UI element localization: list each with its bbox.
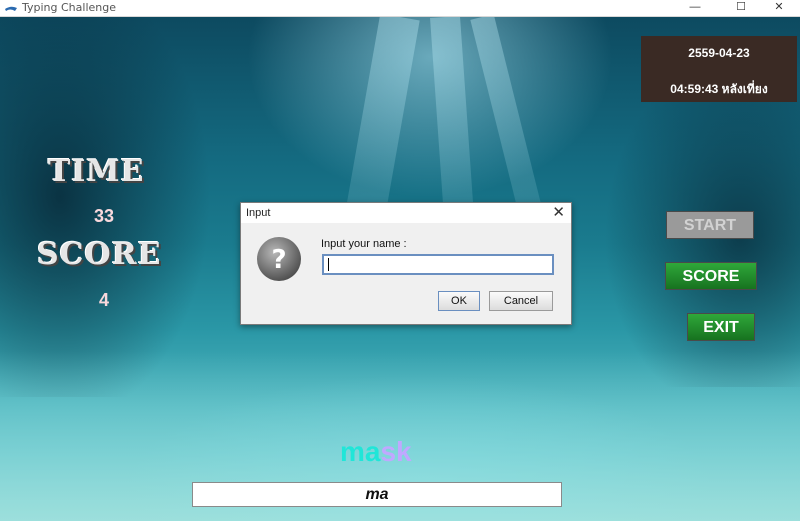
java-app-icon — [5, 6, 17, 11]
cancel-button[interactable]: Cancel — [489, 291, 553, 311]
score-value: 4 — [98, 290, 109, 310]
dialog-title: Input — [246, 207, 271, 219]
exit-button[interactable]: EXIT — [687, 313, 755, 341]
score-label: SCORE — [37, 237, 162, 272]
time-label: TIME — [48, 154, 145, 189]
target-word-remaining: sk — [380, 436, 412, 467]
target-word: mask — [340, 436, 412, 468]
time-value: 33 — [93, 206, 115, 226]
start-button[interactable]: START — [666, 211, 754, 239]
minimize-button[interactable]: — — [672, 0, 718, 16]
window-titlebar: Typing Challenge — ☐ ✕ — [0, 0, 800, 17]
question-icon: ? — [257, 237, 301, 281]
clock-date: 2559-04-23 — [688, 46, 750, 60]
close-window-button[interactable]: ✕ — [758, 0, 800, 16]
text-caret — [328, 258, 329, 271]
dialog-close-icon[interactable]: ✕ — [552, 204, 565, 221]
target-word-typed: ma — [340, 436, 381, 467]
clock-panel: 2559-04-23 04:59:43 หลังเที่ยง — [641, 36, 797, 102]
name-input[interactable] — [322, 254, 554, 275]
dialog-prompt: Input your name : — [321, 238, 407, 250]
input-dialog: Input ✕ ? Input your name : OK Cancel — [240, 202, 572, 325]
typing-input[interactable]: ma — [192, 482, 562, 507]
question-icon-glyph: ? — [271, 245, 286, 275]
score-button[interactable]: SCORE — [665, 262, 757, 290]
ok-button[interactable]: OK — [438, 291, 480, 311]
window-title: Typing Challenge — [22, 1, 116, 14]
dialog-titlebar: Input ✕ — [241, 203, 571, 223]
clock-time: 04:59:43 หลังเที่ยง — [670, 82, 768, 96]
rock-formation-left — [0, 17, 260, 397]
